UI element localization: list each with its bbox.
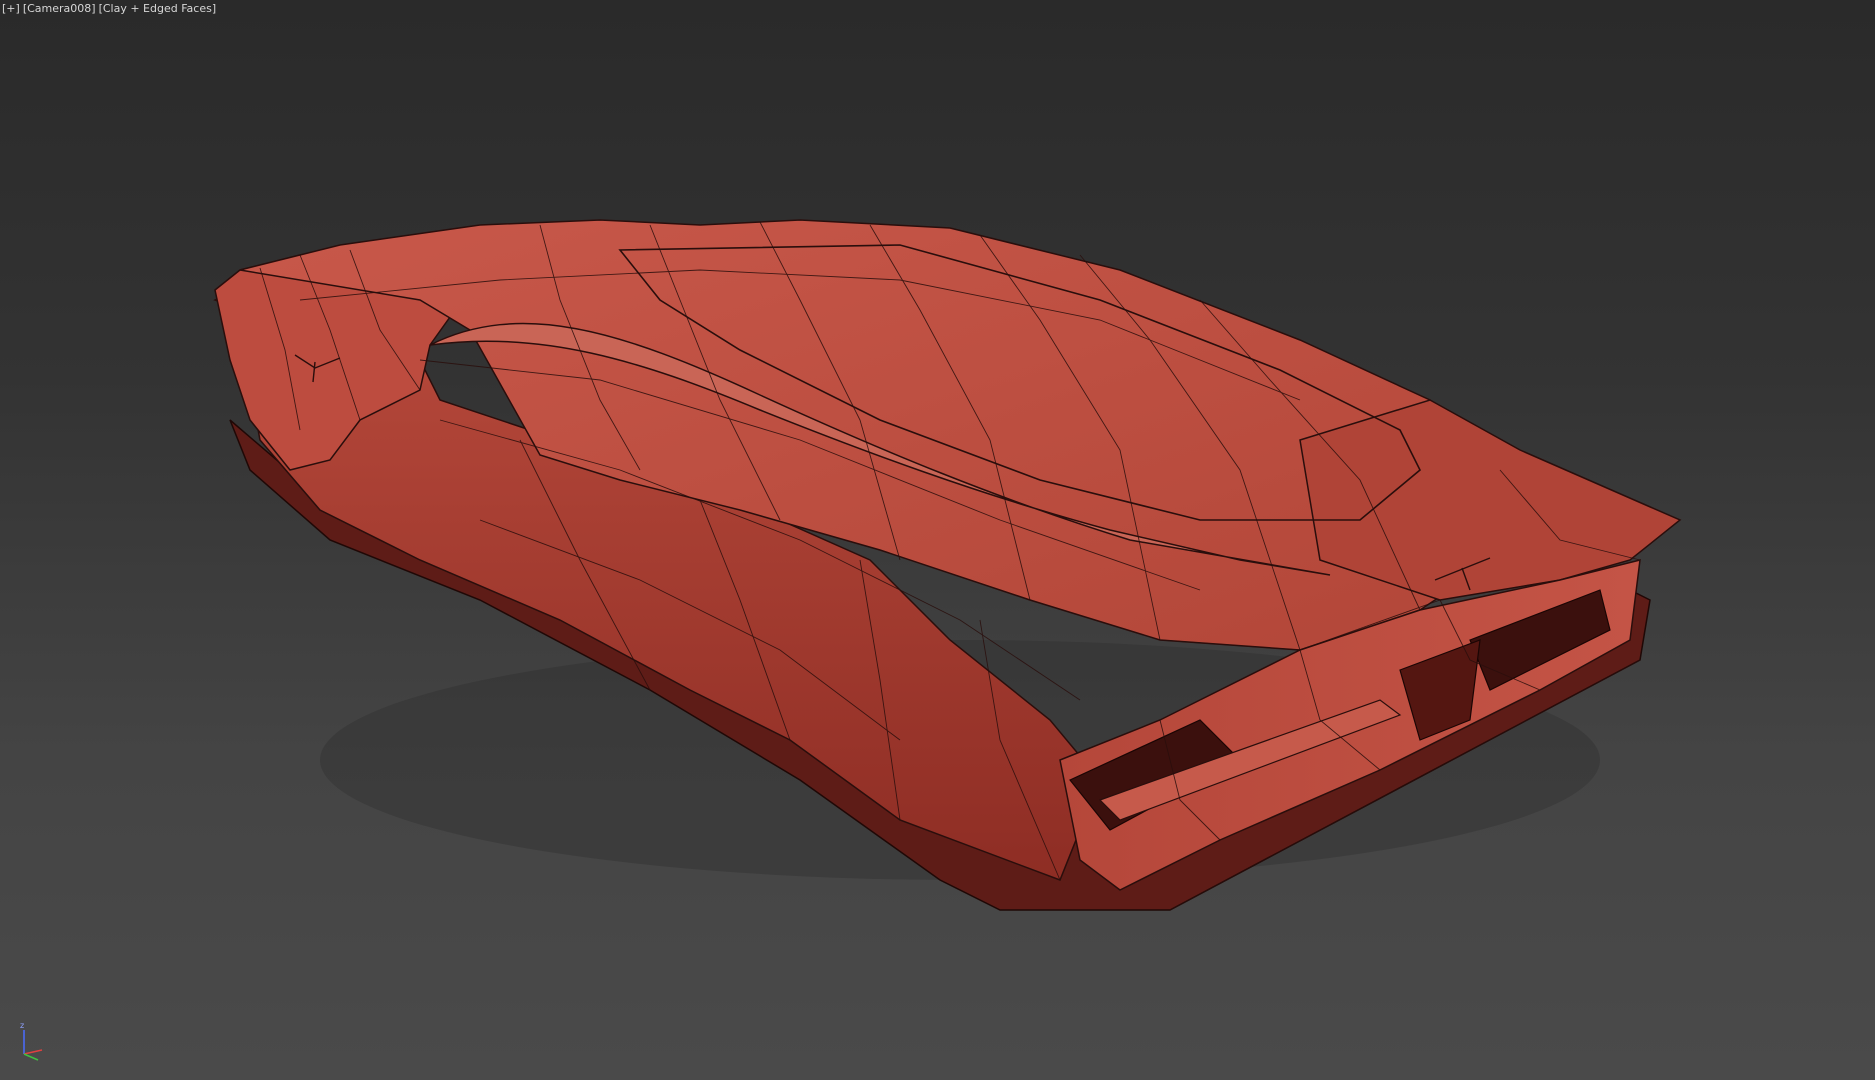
viewport-general-menu[interactable]: [+] — [2, 2, 20, 15]
viewport[interactable]: [+] [Camera008] [Clay + Edged Faces] z — [0, 0, 1875, 1080]
car-model-render[interactable] — [0, 0, 1875, 1080]
viewport-label: [+] [Camera008] [Clay + Edged Faces] — [2, 1, 216, 15]
viewport-shading-menu[interactable]: [Clay + Edged Faces] — [99, 2, 217, 15]
axis-z-label: z — [20, 1021, 24, 1030]
axis-tripod-icon: z — [20, 1021, 43, 1061]
viewport-point-of-view-menu[interactable]: [Camera008] — [23, 2, 96, 15]
